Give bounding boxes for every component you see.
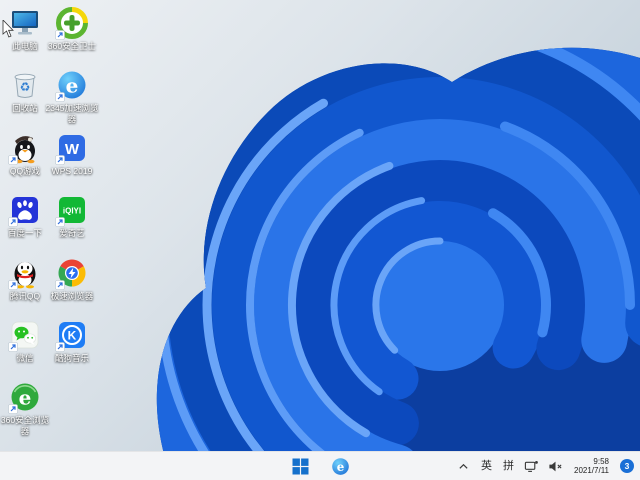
svg-text:e: e (336, 459, 344, 473)
shortcut-arrow-icon (8, 217, 18, 227)
iqiyi-icon: iQIYI (55, 194, 88, 227)
ime-pinyin-indicator[interactable]: 拼 (502, 452, 515, 480)
taskbar: e 英 拼 9:58 2021/7/11 3 (0, 451, 640, 480)
kugou-music-icon: K (55, 319, 88, 352)
desktop-icon-wps-2019[interactable]: W WPS 2019 (47, 131, 97, 191)
wechat-icon (8, 319, 41, 352)
svg-text:W: W (65, 141, 80, 158)
2345-speed-browser-icon: e (55, 69, 88, 102)
clock-time: 9:58 (593, 456, 609, 466)
taskbar-center: e (288, 452, 352, 480)
system-tray: 英 拼 9:58 2021/7/11 3 (456, 452, 634, 480)
shortcut-arrow-icon (8, 280, 18, 290)
desktop-icon-label: 酷狗音乐 (54, 353, 89, 363)
svg-text:K: K (68, 329, 77, 343)
shortcut-arrow-icon (8, 342, 18, 352)
chevron-up-icon[interactable] (456, 459, 471, 474)
desktop-icon-360-safe-browser[interactable]: e 360安全浏览器 (0, 380, 50, 440)
speed-browser-icon (55, 257, 88, 290)
browser-e-icon[interactable]: e (328, 454, 352, 478)
desktop: 此电脑 360安全卫士 ♻ 回收站 e 2345加速浏览器 QQ游戏 W WPS 2019 百度一… (0, 0, 640, 480)
desktop-icon-recycle-bin[interactable]: ♻ 回收站 (0, 68, 50, 128)
desktop-icon-label: 360安全卫士 (47, 41, 97, 51)
desktop-icon-speed-browser[interactable]: 极速浏览器 (47, 256, 97, 316)
wps-2019-icon: W (55, 132, 88, 165)
desktop-icon-qq-games[interactable]: QQ游戏 (0, 131, 50, 191)
mouse-cursor (2, 20, 14, 38)
360-safety-guard-icon (55, 7, 88, 40)
qq-games-icon (8, 132, 41, 165)
desktop-icon-label: 2345加速浏览器 (45, 103, 99, 124)
desktop-icon-kugou-music[interactable]: K 酷狗音乐 (47, 318, 97, 378)
360-safe-browser-icon: e (8, 381, 41, 414)
notification-badge[interactable]: 3 (620, 459, 634, 473)
desktop-icon-grid: 此电脑 360安全卫士 ♻ 回收站 e 2345加速浏览器 QQ游戏 W WPS 2019 百度一… (0, 0, 640, 480)
desktop-icon-iqiyi[interactable]: iQIYI 爱奇艺 (47, 193, 97, 253)
desktop-icon-label: WPS 2019 (51, 166, 93, 176)
shortcut-arrow-icon (55, 92, 65, 102)
desktop-icon-2345-speed-browser[interactable]: e 2345加速浏览器 (45, 68, 99, 128)
desktop-icon-label: 360安全浏览器 (0, 415, 50, 436)
shortcut-arrow-icon (55, 280, 65, 290)
shortcut-arrow-icon (55, 155, 65, 165)
recycle-bin-icon: ♻ (9, 69, 41, 101)
start-button[interactable] (288, 454, 312, 478)
shortcut-arrow-icon (55, 30, 65, 40)
svg-text:e: e (66, 74, 79, 98)
taskbar-clock[interactable]: 9:58 2021/7/11 (574, 457, 609, 476)
svg-text:e: e (19, 386, 32, 410)
desktop-icon-label: 爱奇艺 (59, 228, 85, 238)
svg-text:♻: ♻ (20, 80, 31, 94)
desktop-icon-wechat[interactable]: 微信 (0, 318, 50, 378)
shortcut-arrow-icon (55, 217, 65, 227)
tencent-qq-icon (8, 257, 41, 290)
shortcut-arrow-icon (55, 342, 65, 352)
display-network-icon[interactable] (524, 459, 539, 474)
desktop-icon-360-safety-guard[interactable]: 360安全卫士 (47, 6, 97, 66)
desktop-icon-baidu[interactable]: 百度一下 (0, 193, 50, 253)
desktop-icon-tencent-qq[interactable]: 腾讯QQ (0, 256, 50, 316)
volume-muted-icon[interactable] (548, 459, 563, 474)
ime-english-indicator[interactable]: 英 (480, 452, 493, 480)
desktop-icon-label: 极速浏览器 (50, 291, 94, 301)
baidu-icon (8, 194, 41, 227)
shortcut-arrow-icon (8, 404, 18, 414)
clock-date: 2021/7/11 (574, 466, 609, 475)
shortcut-arrow-icon (8, 155, 18, 165)
svg-text:iQIYI: iQIYI (63, 207, 81, 216)
